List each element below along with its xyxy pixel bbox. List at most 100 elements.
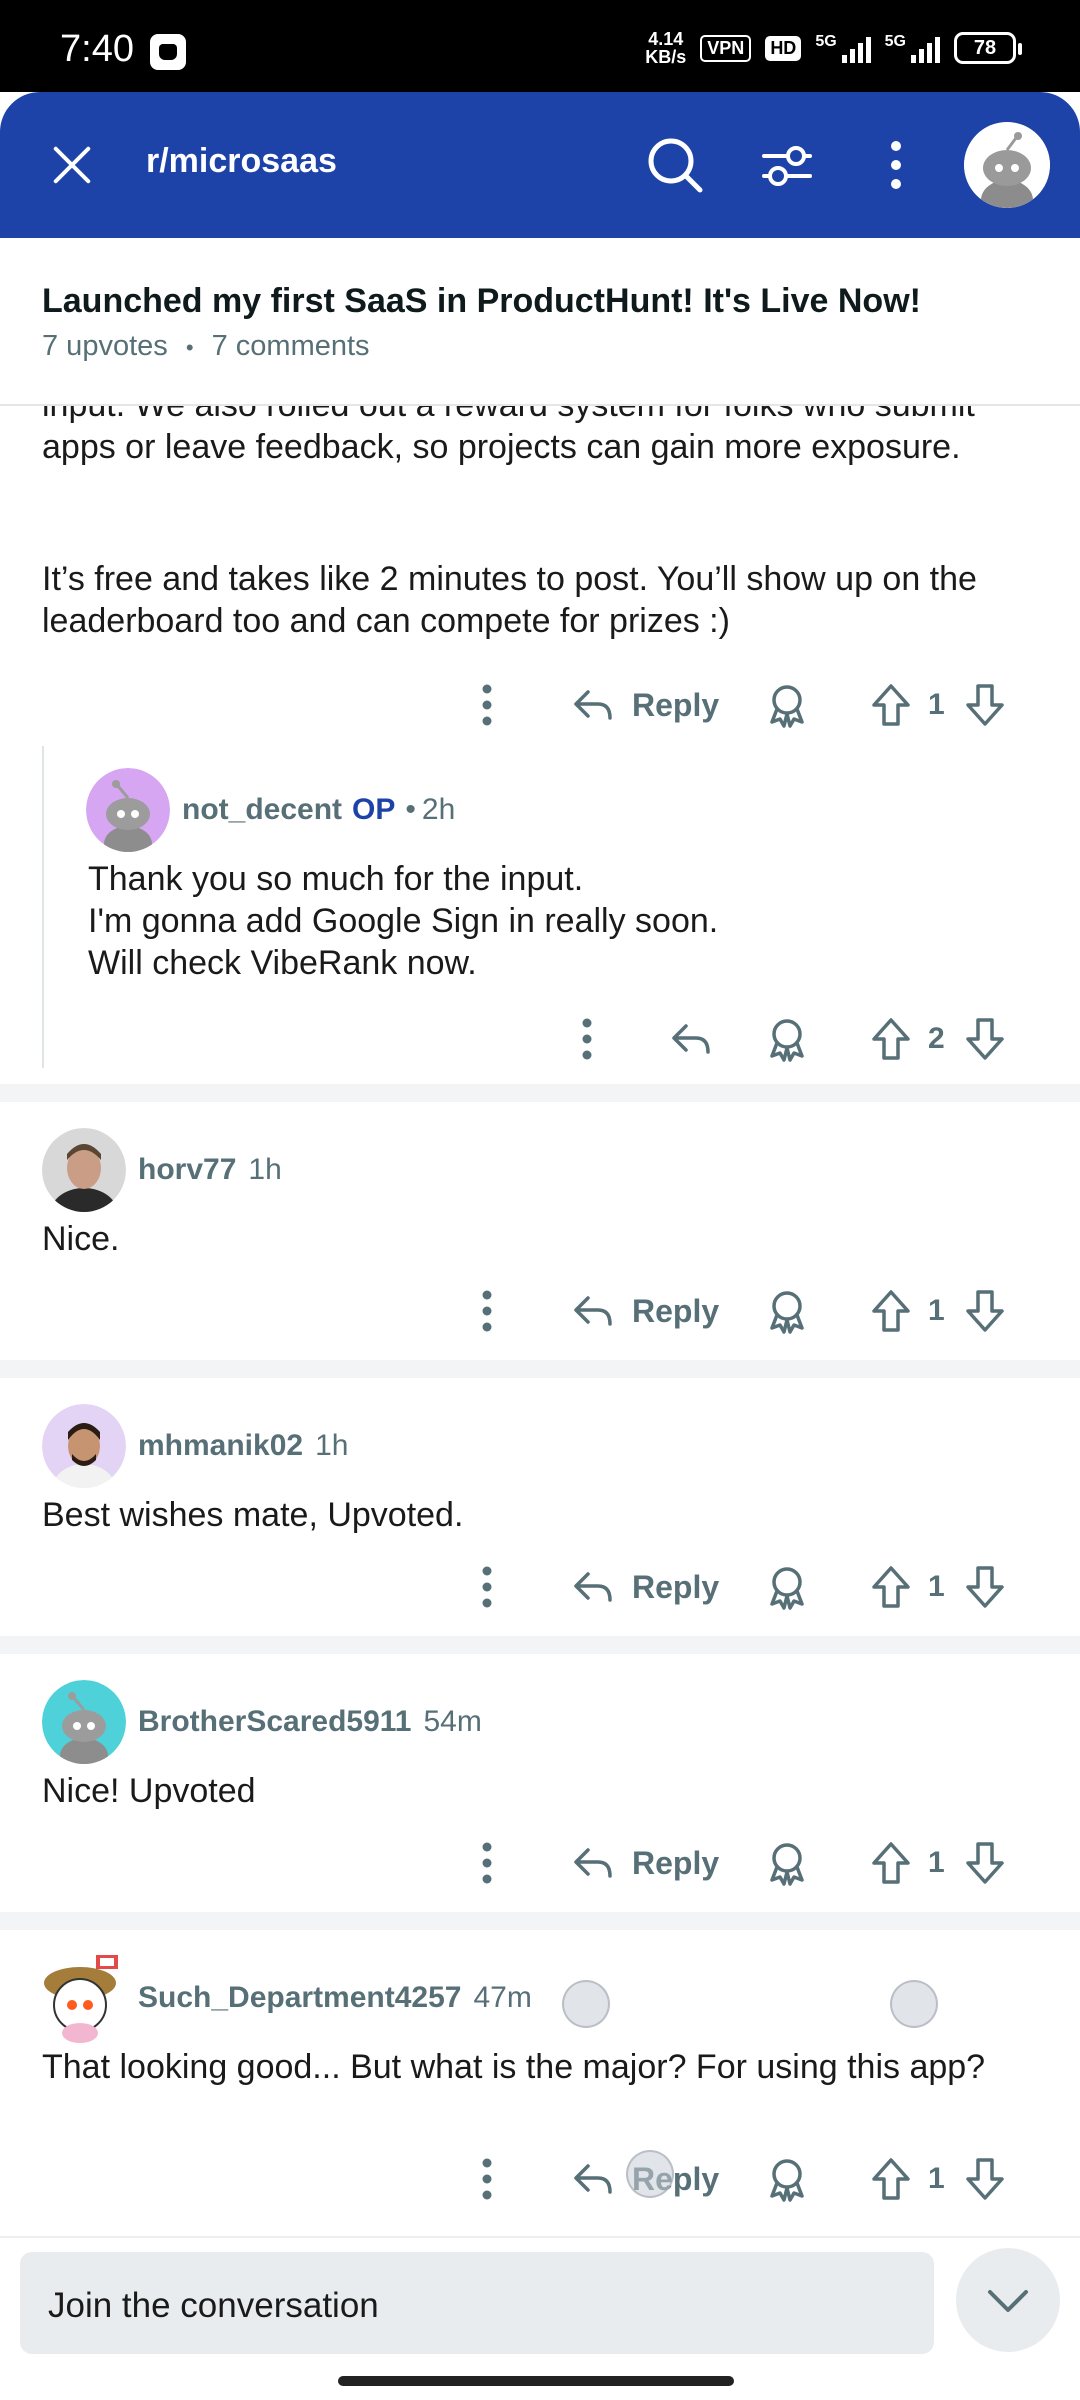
award-icon[interactable]: [764, 2152, 810, 2206]
home-indicator[interactable]: [338, 2376, 734, 2386]
comment-author[interactable]: horv77: [138, 1153, 236, 1187]
touch-indicator: [890, 1980, 938, 2028]
reply-button[interactable]: Reply: [570, 678, 719, 732]
upvote-arrow-icon[interactable]: [868, 1284, 914, 1338]
comment-actions: Reply 1: [0, 2144, 1080, 2214]
award-icon[interactable]: [764, 1836, 810, 1890]
upvote-arrow-icon[interactable]: [868, 678, 914, 732]
comment-author[interactable]: not_decent: [182, 793, 342, 827]
vote-count: 2: [928, 1022, 945, 1055]
award-icon[interactable]: [764, 1284, 810, 1338]
comment-time: 54m: [423, 1705, 482, 1738]
reply-label: Reply: [632, 1292, 720, 1329]
touch-indicator: [626, 2150, 674, 2198]
more-vertical-icon[interactable]: [464, 678, 510, 732]
comments-feed[interactable]: input. We also rolled out a reward syste…: [0, 406, 1080, 2236]
signal-strength-icon: 5G: [885, 33, 940, 63]
more-vertical-icon[interactable]: [464, 1284, 510, 1338]
comment-author[interactable]: mhmanik02: [138, 1429, 303, 1463]
award-icon[interactable]: [764, 678, 810, 732]
reply-button[interactable]: Reply: [570, 1560, 719, 1614]
reply-arrow-icon: [574, 1296, 612, 1326]
more-vertical-icon[interactable]: [464, 1836, 510, 1890]
meta-separator: •: [405, 793, 416, 826]
avatar[interactable]: [86, 768, 170, 852]
app-header: r/microsaas: [0, 92, 1080, 238]
comment-author-row: not_decent OP • 2h: [86, 768, 455, 852]
reply-button[interactable]: Reply: [570, 1284, 719, 1338]
comment-author-row: Such_Department4257 47m: [36, 1953, 532, 2043]
join-conversation-input[interactable]: Join the conversation: [20, 2252, 934, 2354]
more-vertical-icon[interactable]: [860, 130, 930, 200]
avatar[interactable]: [42, 1128, 126, 1212]
vote-count: 1: [928, 2162, 945, 2195]
vpn-icon: VPN: [700, 34, 752, 62]
comment-body: It’s free and takes like 2 minutes to po…: [42, 560, 977, 640]
subreddit-title[interactable]: r/microsaas: [146, 142, 337, 181]
chevron-down-icon: [988, 2290, 1028, 2312]
downvote-arrow-icon[interactable]: [962, 1836, 1008, 1890]
vote-count: 1: [928, 1846, 945, 1879]
award-icon[interactable]: [764, 1560, 810, 1614]
more-vertical-icon[interactable]: [464, 1560, 510, 1614]
post-header: Launched my first SaaS in ProductHunt! I…: [0, 238, 1080, 406]
comment-body: Nice! Upvoted: [42, 1772, 256, 1810]
comment-actions: Reply 1: [0, 1828, 1080, 1898]
downvote-arrow-icon[interactable]: [962, 1012, 1008, 1066]
reply-label: Reply: [632, 686, 720, 723]
upvote-arrow-icon[interactable]: [868, 1836, 914, 1890]
comment-body: input. We also rolled out a reward syste…: [42, 406, 975, 466]
comment-separator: [0, 1912, 1080, 1930]
downvote-arrow-icon[interactable]: [962, 678, 1008, 732]
award-icon[interactable]: [764, 1012, 810, 1066]
upvote-arrow-icon[interactable]: [868, 1012, 914, 1066]
reply-arrow-icon: [574, 1848, 612, 1878]
comment-author-row: mhmanik02 1h: [42, 1404, 348, 1488]
downvote-arrow-icon[interactable]: [962, 1560, 1008, 1614]
more-vertical-icon[interactable]: [464, 2152, 510, 2206]
hd-voice-icon: HD: [765, 35, 802, 61]
op-badge: OP: [352, 793, 396, 826]
reply-label: Reply: [632, 1844, 720, 1881]
avatar[interactable]: [42, 1404, 126, 1488]
downvote-arrow-icon[interactable]: [962, 2152, 1008, 2206]
comment-author[interactable]: BrotherScared5911: [138, 1705, 412, 1739]
post-meta: 7 upvotes • 7 comments: [42, 330, 370, 363]
battery-level: 78: [973, 36, 997, 59]
upvote-count: 7 upvotes: [42, 330, 168, 362]
avatar[interactable]: [36, 1953, 126, 2043]
comment-actions: Reply 1: [0, 1552, 1080, 1622]
upvote-arrow-icon[interactable]: [868, 2152, 914, 2206]
status-indicators: 4.14 KB/s VPN HD 5G 5G 78: [645, 30, 1022, 66]
search-icon[interactable]: [640, 130, 710, 200]
comment-actions: Reply 1: [0, 1276, 1080, 1346]
avatar[interactable]: [42, 1680, 126, 1764]
collapse-comments-button[interactable]: [956, 2248, 1060, 2352]
user-avatar[interactable]: [964, 122, 1050, 208]
status-time: 7:40: [60, 28, 134, 70]
comment-author[interactable]: Such_Department4257: [138, 1981, 461, 2015]
downvote-arrow-icon[interactable]: [962, 1284, 1008, 1338]
reply-button[interactable]: Reply: [570, 1836, 719, 1890]
meta-separator: •: [185, 335, 194, 360]
comment-body: Nice.: [42, 1220, 120, 1258]
vote-count: 1: [928, 1294, 945, 1327]
comment-author-row: BrotherScared5911 54m: [42, 1680, 482, 1764]
status-bar: 7:40 4.14 KB/s VPN HD 5G 5G 78: [0, 0, 1080, 92]
comment-separator: [0, 1360, 1080, 1378]
more-vertical-icon[interactable]: [564, 1012, 610, 1066]
bottom-bar: Join the conversation: [0, 2236, 1080, 2400]
signal-strength-icon: 5G: [815, 33, 871, 63]
upvote-arrow-icon[interactable]: [868, 1560, 914, 1614]
close-icon[interactable]: [46, 138, 100, 192]
network-speed: 4.14 KB/s: [645, 30, 686, 66]
battery-icon: 78: [954, 32, 1022, 64]
post-title[interactable]: Launched my first SaaS in ProductHunt! I…: [42, 282, 921, 321]
vote-count: 1: [928, 688, 945, 721]
comment-body: Thank you so much for the input. I'm gon…: [88, 860, 719, 982]
comment-count: 7 comments: [211, 330, 370, 362]
reply-arrow-icon[interactable]: [668, 1012, 714, 1066]
network-speed-unit: KB/s: [645, 47, 687, 67]
filter-icon[interactable]: [752, 130, 822, 200]
network-speed-value: 4.14: [648, 29, 684, 49]
